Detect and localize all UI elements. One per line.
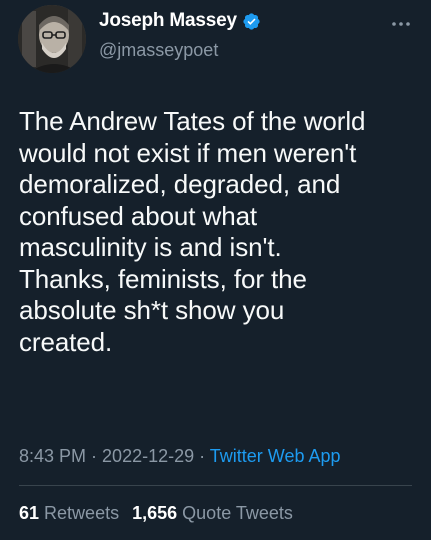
verified-badge-icon <box>242 12 261 31</box>
tweet-meta: 8:43 PM · 2022-12-29 · Twitter Web App <box>19 446 341 467</box>
quote-tweets-stat[interactable]: 1,656 Quote Tweets <box>132 503 293 523</box>
author-name-row[interactable]: Joseph Massey <box>99 10 261 32</box>
tweet-date[interactable]: 2022-12-29 <box>102 446 194 466</box>
tweet-source-link[interactable]: Twitter Web App <box>210 446 341 466</box>
more-options-icon[interactable] <box>391 16 411 27</box>
divider <box>19 485 412 486</box>
meta-separator: · <box>86 446 103 466</box>
retweets-label: Retweets <box>44 503 120 523</box>
author-handle[interactable]: @jmasseypoet <box>99 40 218 61</box>
quote-tweets-label: Quote Tweets <box>182 503 293 523</box>
retweets-stat[interactable]: 61 Retweets <box>19 503 119 523</box>
avatar[interactable] <box>18 5 86 73</box>
retweets-count: 61 <box>19 503 40 523</box>
tweet-stats: 61 Retweets 1,656 Quote Tweets <box>19 503 301 524</box>
avatar-photo <box>18 5 86 73</box>
author-display-name[interactable]: Joseph Massey <box>99 10 237 32</box>
tweet-text: The Andrew Tates of the world would not … <box>19 106 366 357</box>
meta-separator: · <box>194 446 210 466</box>
tweet-time[interactable]: 8:43 PM <box>19 446 86 466</box>
quote-tweets-count: 1,656 <box>132 503 178 523</box>
